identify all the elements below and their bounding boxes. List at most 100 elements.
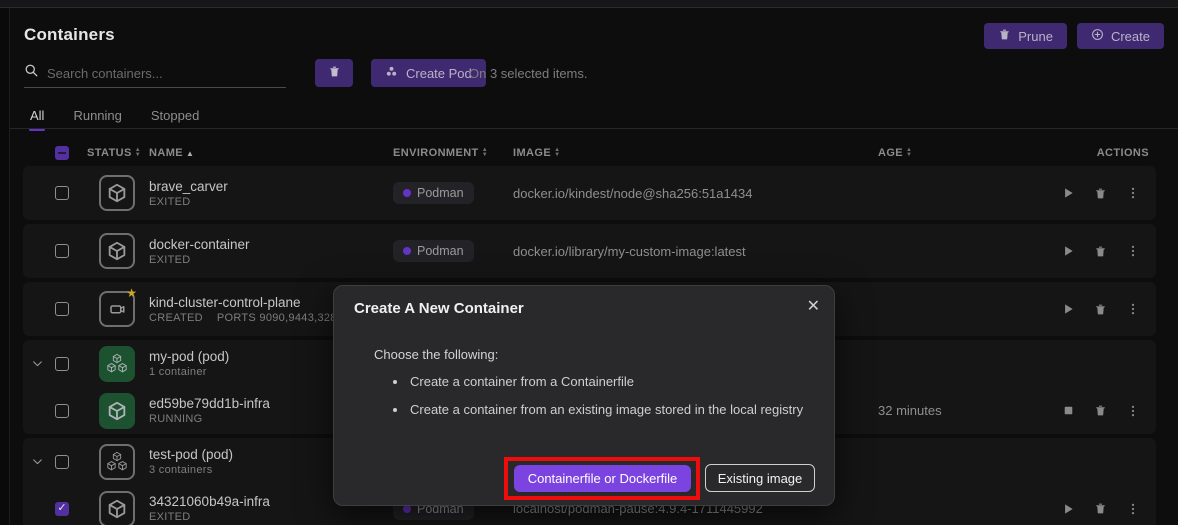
- container-card: brave_carverEXITEDPodmandocker.io/kindes…: [23, 166, 1156, 220]
- start-icon[interactable]: [1061, 302, 1075, 316]
- search-input[interactable]: [47, 66, 267, 81]
- environment-badge: Podman: [393, 182, 474, 204]
- status-text: CREATED: [149, 312, 203, 324]
- podman-dot-icon: [403, 189, 411, 197]
- tab-running[interactable]: Running: [72, 102, 122, 131]
- dialog-option: Create a container from an existing imag…: [408, 402, 803, 417]
- podman-dot-icon: [403, 247, 411, 255]
- create-container-dialog: Create A New Container ✕ Choose the foll…: [333, 285, 835, 506]
- prune-button[interactable]: Prune: [984, 23, 1067, 49]
- column-label: ENVIRONMENT: [393, 147, 479, 159]
- header-actions: Prune Create: [984, 23, 1164, 49]
- tab-stopped[interactable]: Stopped: [150, 102, 200, 131]
- row-checkbox[interactable]: [55, 455, 69, 469]
- containers-page: Containers Prune Create Create Pod On 3 …: [10, 9, 1178, 525]
- status-text: 3 containers: [149, 464, 213, 476]
- kebab-menu-icon[interactable]: [1126, 186, 1140, 200]
- create-pod-label: Create Pod: [406, 66, 472, 81]
- column-header-environment[interactable]: ENVIRONMENT▲▼: [393, 147, 513, 159]
- row-checkbox[interactable]: [55, 244, 69, 258]
- column-label: STATUS: [87, 147, 132, 159]
- container-exited-icon: [99, 233, 135, 269]
- column-label: AGE: [878, 147, 903, 159]
- column-header-actions: ACTIONS: [993, 147, 1156, 159]
- create-button[interactable]: Create: [1077, 23, 1164, 49]
- column-header-age[interactable]: AGE▲▼: [853, 147, 993, 159]
- delete-selected-button[interactable]: [315, 59, 353, 87]
- row-actions: [993, 502, 1156, 516]
- status-text: RUNNING: [149, 413, 202, 425]
- container-status-line: EXITED: [149, 196, 393, 208]
- trash-icon[interactable]: [1094, 244, 1107, 258]
- container-running-icon: [99, 393, 135, 429]
- trash-icon[interactable]: [1094, 502, 1107, 516]
- row-checkbox[interactable]: [55, 302, 69, 316]
- pod-exited-icon: [99, 444, 135, 480]
- tab-all[interactable]: All: [29, 102, 45, 131]
- sort-icon: ▲▼: [554, 148, 560, 158]
- trash-icon[interactable]: [1094, 404, 1107, 418]
- row-actions: [993, 186, 1156, 200]
- kebab-menu-icon[interactable]: [1126, 404, 1140, 418]
- trash-icon: [998, 28, 1011, 44]
- container-name[interactable]: docker-container: [149, 237, 393, 252]
- image-name: docker.io/library/my-custom-image:latest: [513, 244, 853, 259]
- stop-icon[interactable]: [1062, 404, 1075, 418]
- pod-running-icon: [99, 346, 135, 382]
- search-container: [24, 59, 286, 88]
- tabs-divider: [10, 128, 1178, 129]
- page-title: Containers: [24, 25, 115, 45]
- table-row[interactable]: brave_carverEXITEDPodmandocker.io/kindes…: [23, 166, 1156, 220]
- environment-label: Podman: [417, 186, 464, 200]
- sort-icon: ▲▼: [135, 148, 141, 158]
- trash-icon[interactable]: [1094, 302, 1107, 316]
- start-icon[interactable]: [1061, 186, 1075, 200]
- plus-circle-icon: [1091, 28, 1104, 44]
- sort-asc-icon: ▲: [186, 149, 194, 158]
- trash-icon[interactable]: [1094, 186, 1107, 200]
- column-label: ACTIONS: [1097, 147, 1149, 159]
- select-all-checkbox[interactable]: [55, 146, 69, 160]
- kind-cluster-icon: ★: [99, 291, 135, 327]
- kebab-menu-icon[interactable]: [1126, 502, 1140, 516]
- chevron-down-icon[interactable]: [23, 357, 51, 370]
- kebab-menu-icon[interactable]: [1126, 244, 1140, 258]
- search-icon: [24, 63, 39, 83]
- dialog-title: Create A New Container: [354, 300, 524, 317]
- status-text: EXITED: [149, 254, 191, 266]
- selected-items-info: On 3 selected items.: [469, 66, 588, 81]
- sort-icon: ▲▼: [482, 148, 488, 158]
- existing-image-button[interactable]: Existing image: [705, 464, 815, 492]
- chevron-down-icon[interactable]: [23, 455, 51, 468]
- table-row[interactable]: docker-container EXITED Podman docker.io/li…: [23, 224, 1156, 278]
- start-icon[interactable]: [1061, 502, 1075, 516]
- row-actions: [993, 302, 1156, 316]
- table-header: STATUS▲▼NAME▲ENVIRONMENT▲▼IMAGE▲▼AGE▲▼AC…: [23, 140, 1156, 166]
- containerfile-button[interactable]: Containerfile or Dockerfile: [514, 465, 691, 492]
- column-header-status[interactable]: STATUS▲▼: [87, 147, 149, 159]
- environment-badge: Podman: [393, 240, 474, 262]
- environment-label: Podman: [417, 244, 464, 258]
- container-status-line: EXITED: [149, 254, 393, 266]
- row-checkbox[interactable]: [55, 186, 69, 200]
- row-checkbox[interactable]: ✓: [55, 502, 69, 516]
- ports-text: PORTS 9090,9443,32895: [217, 312, 350, 324]
- row-checkbox[interactable]: [55, 404, 69, 418]
- start-icon[interactable]: [1061, 244, 1075, 258]
- pod-icon: [385, 65, 398, 81]
- status-text: EXITED: [149, 196, 191, 208]
- container-name[interactable]: brave_carver: [149, 179, 393, 194]
- column-header-image[interactable]: IMAGE▲▼: [513, 147, 853, 159]
- row-actions: [993, 404, 1156, 418]
- kebab-menu-icon[interactable]: [1126, 302, 1140, 316]
- column-header-name[interactable]: NAME▲: [149, 147, 393, 159]
- status-text: 1 container: [149, 366, 207, 378]
- sort-icon: ▲▼: [906, 148, 912, 158]
- dialog-prompt: Choose the following:: [374, 347, 498, 362]
- trash-icon: [328, 65, 341, 81]
- filter-tabs: All Running Stopped: [29, 102, 200, 131]
- star-icon: ★: [126, 286, 137, 300]
- row-actions: [993, 244, 1156, 258]
- close-icon[interactable]: ✕: [807, 296, 820, 316]
- row-checkbox[interactable]: [55, 357, 69, 371]
